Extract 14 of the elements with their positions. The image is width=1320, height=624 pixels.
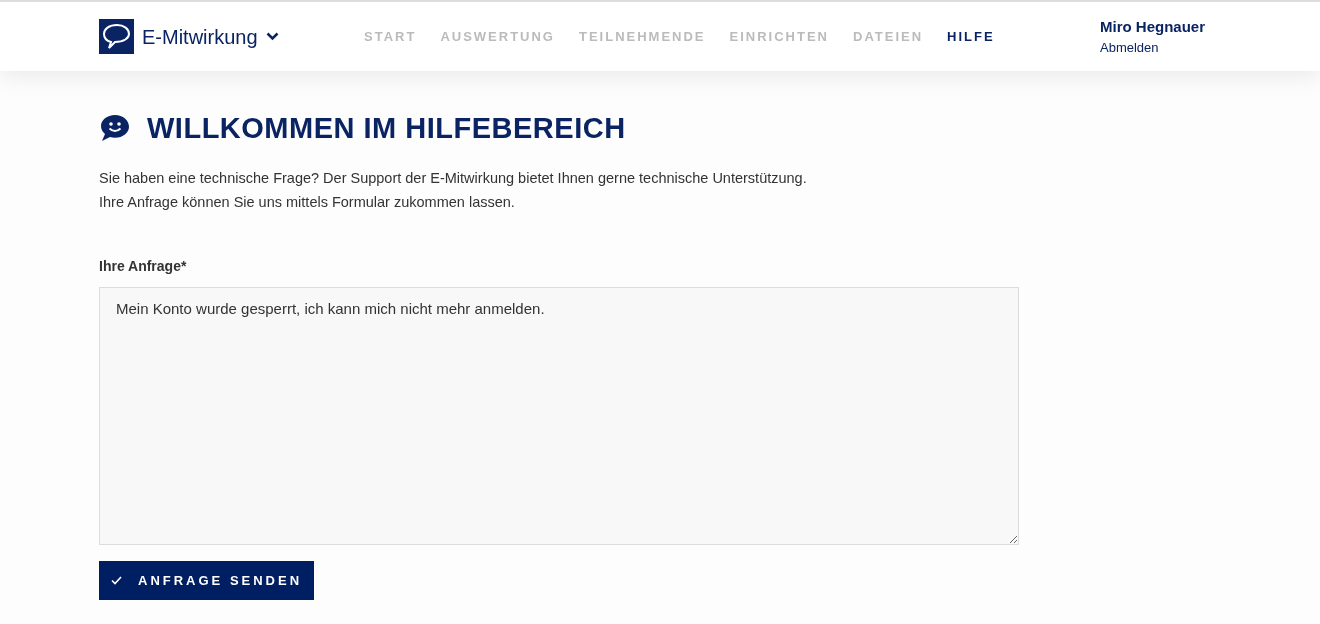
page-heading: WILLKOMMEN IM HILFEBEREICH [147,111,626,146]
user-name: Miro Hegnauer [1100,16,1206,37]
nav-tab[interactable]: HILFE [947,26,995,47]
field-label: Ihre Anfrage* [99,256,188,276]
intro-text: Sie haben eine technische Frage? Der Support der E-Mitwirkung bietet Ihnen gerne technische Unterstützung. [99,168,807,188]
logo-icon [99,19,134,54]
chevron-down-icon[interactable] [265,32,279,41]
request-textarea[interactable]: Mein Konto wurde gesperrt, ich kann mich nicht mehr anmelden. [99,286,1019,545]
check-icon [111,575,122,585]
logout-link[interactable]: Abmelden [1100,38,1230,58]
app-name[interactable]: E-Mitwirkung [142,21,258,52]
smiley-speech-bubble-icon [99,113,131,144]
send-request-button[interactable]: ANFRAGE SENDEN [99,560,315,600]
intro-text: Ihre Anfrage können Sie uns mittels Formular zukommen lassen. [99,192,515,212]
